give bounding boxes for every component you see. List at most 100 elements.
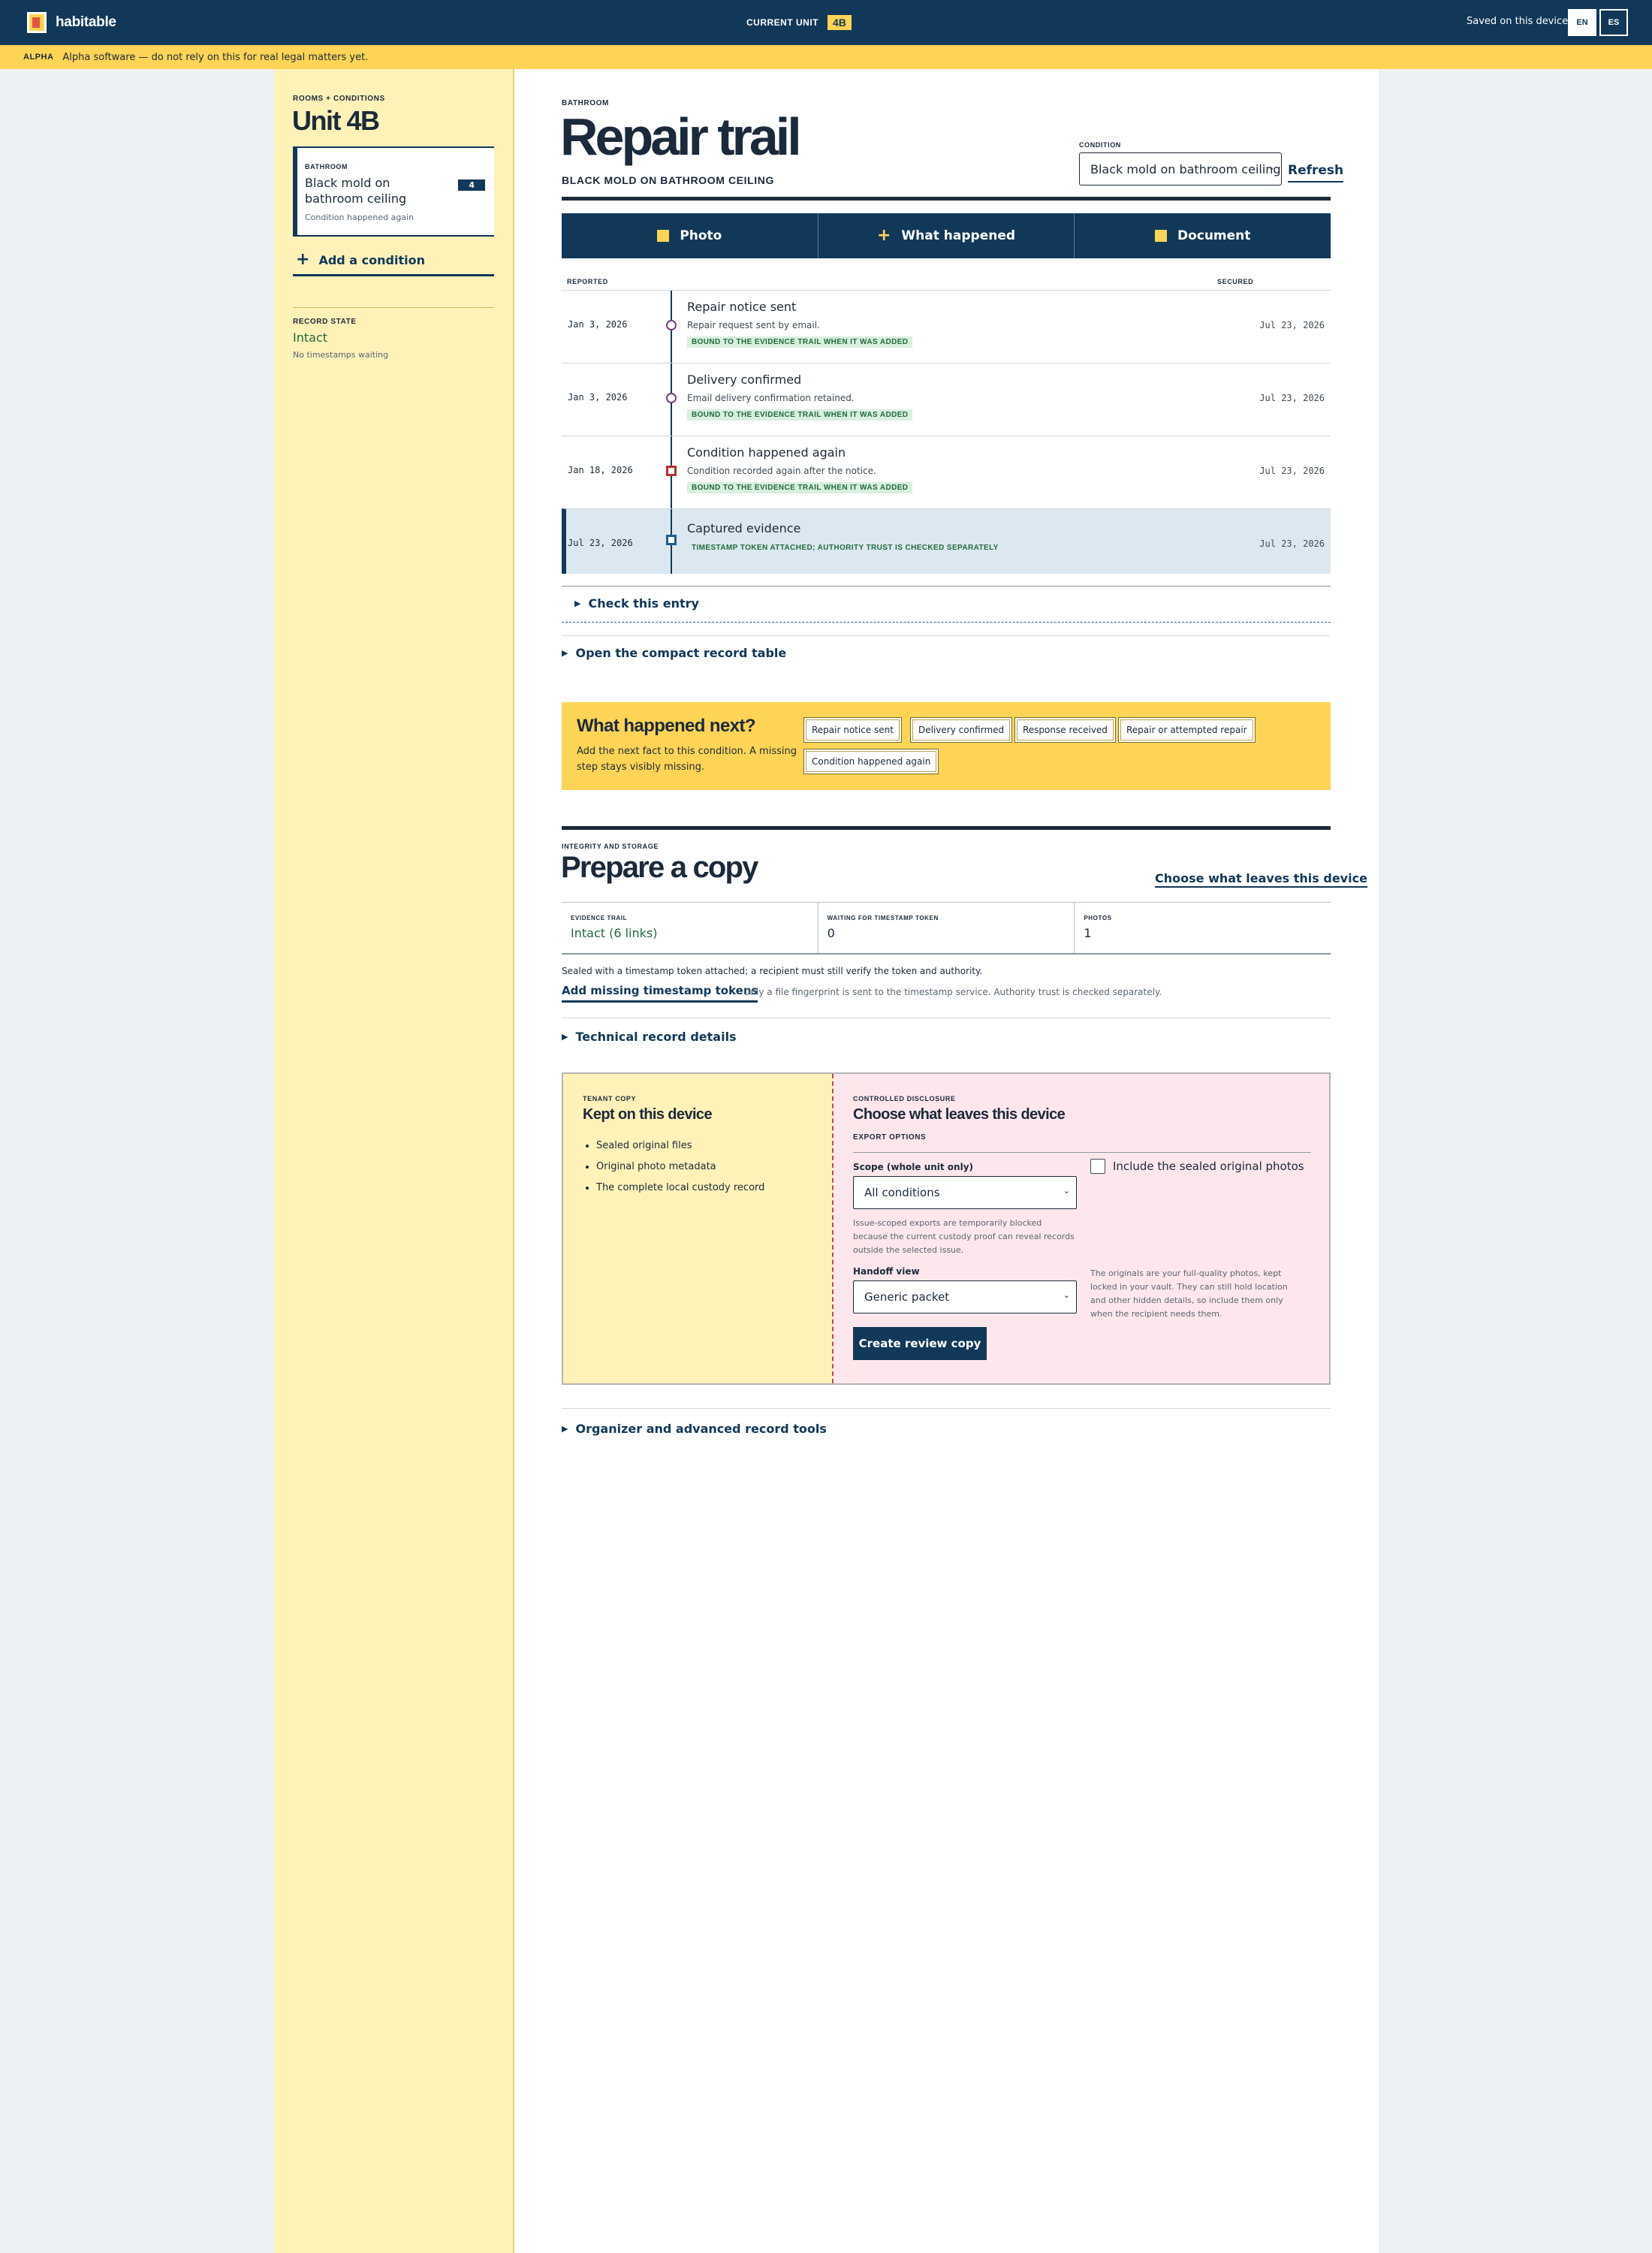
condition-select[interactable]: Black mold on bathroom ceiling ⌄ — [1079, 152, 1282, 185]
list-item: Sealed original files — [596, 1136, 832, 1157]
current-unit-indicator: CURRENT UNIT 4B — [746, 15, 852, 30]
handoff-label: Handoff view — [853, 1266, 920, 1277]
compact-table-toggle[interactable]: ▶ Open the compact record table — [562, 646, 786, 660]
organizer-tools-label: Organizer and advanced record tools — [575, 1422, 827, 1436]
stat-photos: PHOTOS 1 — [1075, 903, 1331, 953]
action-bar: Photo + What happened Document — [562, 213, 1331, 258]
section-rule — [562, 826, 1331, 830]
check-entry-label: Check this entry — [588, 596, 699, 611]
document-button[interactable]: Document — [1075, 213, 1331, 258]
export-options-rule — [853, 1152, 1311, 1153]
stat-value: 1 — [1084, 926, 1092, 940]
record-state-value: Intact — [293, 330, 328, 345]
photo-button[interactable]: Photo — [562, 213, 818, 258]
page-title: Repair trail — [560, 107, 802, 166]
habitable-logo-icon — [27, 12, 47, 33]
prepare-copy-title: Prepare a copy — [561, 851, 758, 884]
export-options-label: EXPORT OPTIONS — [853, 1133, 927, 1142]
event-description: Condition recorded again after the notic… — [687, 466, 876, 476]
tenant-copy-panel: TENANT COPY Kept on this device Sealed o… — [563, 1074, 834, 1383]
what-happened-next-panel: What happened next? Add the next fact to… — [562, 702, 1331, 790]
secured-date: Jul 23, 2026 — [1259, 393, 1325, 403]
event-description: Email delivery confirmation retained. — [687, 393, 855, 403]
chip-delivery-confirmed[interactable]: Delivery confirmed — [910, 717, 1013, 743]
photo-label: Photo — [680, 228, 722, 243]
stat-label: EVIDENCE TRAIL — [571, 915, 628, 921]
organizer-tools-toggle[interactable]: ▶ Organizer and advanced record tools — [562, 1422, 827, 1436]
timeline-row[interactable]: Jan 18, 2026 Condition happened again Co… — [562, 436, 1331, 508]
timeline-bottom-rule — [562, 586, 1331, 587]
current-unit-label: CURRENT UNIT — [746, 17, 818, 28]
condition-status: Condition happened again — [305, 213, 415, 222]
brand[interactable]: habitable — [27, 12, 116, 33]
condition-card[interactable]: BATHROOM Black mold on bathroom ceiling … — [293, 146, 494, 237]
chip-response-received[interactable]: Response received — [1014, 717, 1116, 743]
condition-room: BATHROOM — [305, 163, 348, 170]
record-state-label: RECORD STATE — [293, 318, 357, 326]
refresh-link[interactable]: Refresh — [1288, 163, 1344, 182]
add-condition-button[interactable]: + Add a condition — [293, 250, 494, 276]
sealed-note: Sealed with a timestamp token attached; … — [562, 966, 983, 976]
handoff-select-value: Generic packet — [864, 1290, 950, 1304]
event-description: Repair request sent by email. — [687, 320, 820, 330]
handoff-select[interactable]: Generic packet ⌄ — [853, 1280, 1077, 1313]
add-missing-tokens-button[interactable]: Add missing timestamp tokens — [562, 984, 758, 1003]
scope-label: Scope (whole unit only) — [853, 1162, 974, 1172]
sidebar-eyebrow: ROOMS + CONDITIONS — [293, 95, 385, 103]
divider — [562, 635, 1331, 636]
include-originals-label: Include the sealed original photos — [1113, 1160, 1304, 1173]
chip-repair-notice-sent[interactable]: Repair notice sent — [803, 717, 902, 743]
plus-icon: + — [296, 250, 310, 269]
secured-date: Jul 23, 2026 — [1259, 538, 1325, 549]
timeline-row[interactable]: Jan 3, 2026 Delivery confirmed Email del… — [562, 363, 1331, 436]
divider — [562, 1408, 1331, 1409]
include-originals-option[interactable]: Include the sealed original photos — [1090, 1159, 1304, 1174]
document-icon — [1154, 230, 1167, 242]
stat-value: 0 — [827, 926, 835, 940]
plus-icon: + — [876, 226, 891, 245]
timestamp-badge: TIMESTAMP TOKEN ATTACHED; AUTHORITY TRUS… — [692, 544, 999, 552]
disclosure-panel: TENANT COPY Kept on this device Sealed o… — [562, 1072, 1331, 1385]
triangle-right-icon: ▶ — [574, 599, 581, 608]
timeline-row-selected[interactable]: Jul 23, 2026 Captured evidence TIMESTAMP… — [562, 508, 1331, 574]
brand-name: habitable — [56, 14, 116, 30]
timeline-row[interactable]: Jan 3, 2026 Repair notice sent Repair re… — [562, 290, 1331, 363]
controlled-disclosure-panel: CONTROLLED DISCLOSURE Choose what leaves… — [834, 1074, 1329, 1383]
scope-select[interactable]: All conditions ⌄ — [853, 1176, 1077, 1209]
condition-select-label: CONDITION — [1079, 141, 1121, 149]
sidebar: ROOMS + CONDITIONS Unit 4B BATHROOM Blac… — [274, 69, 514, 2253]
chevron-down-icon: ⌄ — [1063, 1186, 1070, 1196]
next-title: What happened next? — [577, 716, 756, 736]
notice-marker-icon — [666, 320, 677, 330]
page-subtitle: BLACK MOLD ON BATHROOM CEILING — [562, 174, 774, 186]
document-label: Document — [1177, 228, 1251, 243]
evidence-marker-icon — [666, 535, 677, 545]
create-review-copy-button[interactable]: Create review copy — [853, 1327, 987, 1360]
triangle-right-icon: ▶ — [562, 648, 568, 658]
what-happened-button[interactable]: + What happened — [818, 213, 1075, 258]
language-es-button[interactable]: ES — [1599, 9, 1628, 36]
chevron-down-icon: ⌄ — [1063, 1290, 1070, 1300]
secured-date: Jul 23, 2026 — [1259, 320, 1325, 330]
record-state-note: No timestamps waiting — [293, 350, 389, 360]
bound-badge: BOUND TO THE EVIDENCE TRAIL WHEN IT WAS … — [687, 482, 913, 493]
tenant-copy-list: Sealed original files Original photo met… — [583, 1136, 832, 1199]
event-title: Delivery confirmed — [687, 372, 802, 387]
integrity-stats: EVIDENCE TRAIL Intact (6 links) WAITING … — [562, 902, 1331, 955]
choose-what-leaves-link[interactable]: Choose what leaves this device — [1155, 871, 1367, 888]
scope-note: Issue-scoped exports are temporarily blo… — [853, 1218, 1075, 1255]
compact-table-label: Open the compact record table — [575, 646, 787, 660]
technical-details-toggle[interactable]: ▶ Technical record details — [562, 1030, 737, 1044]
include-originals-checkbox[interactable] — [1090, 1159, 1105, 1174]
chip-repair-or-attempted-repair[interactable]: Repair or attempted repair — [1118, 717, 1256, 743]
check-entry-toggle[interactable]: ▶ Check this entry — [574, 596, 699, 611]
condition-count-badge: 4 — [458, 179, 485, 191]
reported-date: Jan 3, 2026 — [568, 392, 628, 403]
triangle-right-icon: ▶ — [562, 1424, 568, 1434]
chip-condition-happened-again[interactable]: Condition happened again — [803, 749, 939, 774]
condition-title: Black mold on bathroom ceiling — [305, 176, 407, 206]
language-en-button[interactable]: EN — [1568, 9, 1596, 36]
bound-badge: BOUND TO THE EVIDENCE TRAIL WHEN IT WAS … — [687, 409, 913, 421]
reported-date: Jul 23, 2026 — [568, 538, 633, 548]
scope-select-value: All conditions — [864, 1186, 940, 1199]
